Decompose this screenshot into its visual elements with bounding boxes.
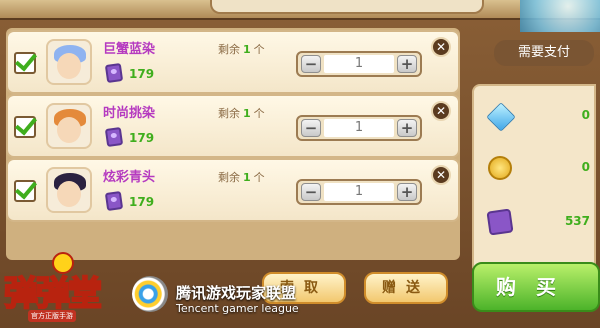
face-icon [57, 181, 81, 207]
gold-coin-icon [488, 156, 512, 180]
item-remaining: 剩余 1 个 [218, 107, 265, 120]
gem-amount: 537 [564, 214, 590, 228]
decrement-button[interactable]: − [301, 183, 321, 201]
item-price: 179 [129, 195, 155, 209]
remove-item-button[interactable]: ✕ [431, 101, 451, 121]
cart-item: 巨蟹蓝染 179 剩余 1 个 − 1 + ✕ [6, 30, 460, 94]
cart-item: 炫彩青头 179 剩余 1 个 − 1 + ✕ [6, 158, 460, 222]
tencent-league-icon [132, 276, 168, 312]
diamond-icon [486, 102, 516, 132]
sky-decoration [520, 0, 600, 32]
tencent-league-name: 腾讯游戏玩家联盟 [176, 284, 297, 302]
item-checkbox[interactable] [14, 116, 36, 138]
quantity-value[interactable]: 1 [324, 183, 394, 201]
gift-button[interactable]: 赠送 [364, 272, 448, 304]
quantity-stepper: − 1 + [296, 179, 422, 205]
increment-button[interactable]: + [397, 119, 417, 137]
coin-amount: 0 [581, 160, 590, 174]
purple-gem-icon [486, 208, 514, 236]
increment-button[interactable]: + [397, 55, 417, 73]
item-price: 179 [129, 131, 155, 145]
face-icon [57, 117, 81, 143]
item-remaining: 剩余 1 个 [218, 171, 265, 184]
decrement-button[interactable]: − [301, 119, 321, 137]
item-checkbox[interactable] [14, 180, 36, 202]
decrement-button[interactable]: − [301, 55, 321, 73]
item-avatar [46, 167, 92, 213]
cart-list: 巨蟹蓝染 179 剩余 1 个 − 1 + ✕ 时尚挑染 179 剩余 1 个 − 1 … [6, 28, 460, 260]
item-checkbox[interactable] [14, 52, 36, 74]
quantity-value[interactable]: 1 [324, 55, 394, 73]
remove-item-button[interactable]: ✕ [431, 37, 451, 57]
quantity-value[interactable]: 1 [324, 119, 394, 137]
diamond-amount: 0 [581, 108, 590, 122]
payment-row-diamond: 0 [482, 92, 594, 142]
buy-button[interactable]: 购买 [472, 262, 600, 312]
increment-button[interactable]: + [397, 183, 417, 201]
quantity-stepper: − 1 + [296, 51, 422, 77]
item-avatar [46, 39, 92, 85]
game-logo-text: 弹弹堂 [3, 273, 103, 315]
item-price: 179 [129, 67, 155, 81]
payment-summary: 0 0 537 [472, 84, 596, 274]
face-icon [57, 53, 81, 79]
game-logo: 弹弹堂 官方正版手游 [0, 252, 120, 328]
payment-row-gem: 537 [482, 198, 594, 248]
item-name: 时尚挑染 [103, 106, 156, 121]
purple-gem-icon [104, 190, 124, 212]
payment-row-coin: 0 [482, 144, 594, 194]
purple-gem-icon [104, 62, 124, 84]
purple-gem-icon [104, 126, 124, 148]
item-name: 巨蟹蓝染 [103, 42, 156, 57]
tencent-league-english: Tencent gamer league [176, 302, 299, 315]
payment-title: 需要支付 [494, 40, 594, 66]
item-avatar [46, 103, 92, 149]
quantity-stepper: − 1 + [296, 115, 422, 141]
remove-item-button[interactable]: ✕ [431, 165, 451, 185]
item-remaining: 剩余 1 个 [218, 43, 265, 56]
top-strip [0, 0, 600, 20]
cart-item: 时尚挑染 179 剩余 1 个 − 1 + ✕ [6, 94, 460, 158]
top-tab [210, 0, 484, 14]
item-name: 炫彩青头 [103, 170, 156, 185]
game-logo-subtitle: 官方正版手游 [28, 310, 76, 322]
payment-panel: 需要支付 0 0 537 [472, 32, 596, 274]
